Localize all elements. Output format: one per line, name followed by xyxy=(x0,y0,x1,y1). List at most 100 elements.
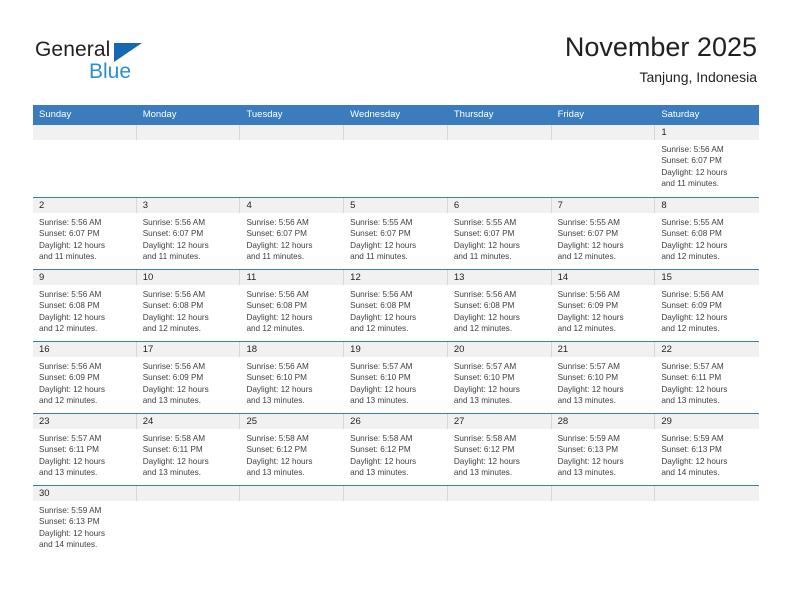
day-details: Sunrise: 5:57 AM Sunset: 6:10 PM Daylight:… xyxy=(344,357,448,407)
sunrise-text: Sunrise: 5:58 AM xyxy=(350,434,413,443)
daylight-text-cont: and 12 minutes. xyxy=(246,324,305,334)
calendar-day-cell[interactable]: 13 Sunrise: 5:56 AM Sunset: 6:08 PM Dayligh… xyxy=(447,270,552,341)
calendar-day-cell[interactable]: 7 Sunrise: 5:55 AM Sunset: 6:07 PM Daylight… xyxy=(551,198,656,269)
sunset-text: Sunset: 6:10 PM xyxy=(246,373,307,383)
day-number: 30 xyxy=(39,488,50,499)
calendar-day-cell[interactable]: 16 Sunrise: 5:56 AM Sunset: 6:09 PM Dayligh… xyxy=(33,342,137,413)
calendar-day-cell[interactable]: 10 Sunrise: 5:56 AM Sunset: 6:08 PM Dayligh… xyxy=(136,270,241,341)
weekday-header-friday: Friday xyxy=(557,109,584,120)
calendar-day-cell[interactable]: 17 Sunrise: 5:56 AM Sunset: 6:09 PM Dayligh… xyxy=(136,342,241,413)
calendar-day-cell[interactable]: 27 Sunrise: 5:58 AM Sunset: 6:12 PM Dayligh… xyxy=(447,414,552,485)
sunrise-text: Sunrise: 5:56 AM xyxy=(142,218,206,227)
calendar-cell-empty xyxy=(344,486,448,561)
weekday-header-tuesday: Tuesday xyxy=(246,109,283,120)
day-number: 7 xyxy=(557,200,563,211)
day-number-band: 27 xyxy=(447,414,552,429)
calendar-day-cell[interactable]: 26 Sunrise: 5:58 AM Sunset: 6:12 PM Dayligh… xyxy=(344,414,448,485)
sunset-text: Sunset: 6:08 PM xyxy=(142,301,204,311)
daylight-text-cont: and 13 minutes. xyxy=(661,396,720,406)
sunset-text: Sunset: 6:07 PM xyxy=(557,229,619,239)
calendar-day-cell[interactable]: 28 Sunrise: 5:59 AM Sunset: 6:13 PM Dayligh… xyxy=(551,414,656,485)
sunset-text: Sunset: 6:11 PM xyxy=(142,445,203,455)
calendar-cell-empty xyxy=(33,125,137,197)
calendar-day-cell[interactable]: 9 Sunrise: 5:56 AM Sunset: 6:08 PM Daylight… xyxy=(33,270,137,341)
calendar-day-cell[interactable]: 3 Sunrise: 5:56 AM Sunset: 6:07 PM Daylight… xyxy=(136,198,241,269)
calendar-day-cell[interactable]: 5 Sunrise: 5:55 AM Sunset: 6:07 PM Daylight… xyxy=(344,198,448,269)
day-number-band: 17 xyxy=(136,342,241,357)
day-details: Sunrise: 5:56 AM Sunset: 6:07 PM Daylight:… xyxy=(240,213,344,263)
calendar-day-cell[interactable]: 25 Sunrise: 5:58 AM Sunset: 6:12 PM Dayligh… xyxy=(240,414,345,485)
day-details xyxy=(344,501,448,505)
day-details: Sunrise: 5:57 AM Sunset: 6:11 PM Daylight:… xyxy=(655,357,759,407)
calendar-day-cell[interactable]: 21 Sunrise: 5:57 AM Sunset: 6:10 PM Dayligh… xyxy=(551,342,656,413)
calendar-week-row: 16 Sunrise: 5:56 AM Sunset: 6:09 PM Dayligh… xyxy=(33,341,760,413)
day-details: Sunrise: 5:58 AM Sunset: 6:11 PM Daylight:… xyxy=(137,429,241,479)
day-number: 14 xyxy=(557,272,569,283)
calendar-weeks: 1 Sunrise: 5:56 AM Sunset: 6:07 PM Daylight… xyxy=(33,125,760,561)
day-number: 26 xyxy=(350,416,361,427)
day-number: 20 xyxy=(453,344,465,355)
weekday-header-saturday: Saturday xyxy=(661,109,700,120)
day-number: 29 xyxy=(661,416,672,427)
day-number-band: 16 xyxy=(33,342,137,357)
sunrise-text: Sunrise: 5:58 AM xyxy=(453,434,517,443)
day-number-band: 3 xyxy=(136,198,241,213)
daylight-text: Daylight: 12 hours xyxy=(453,240,520,250)
day-number: 5 xyxy=(350,200,356,211)
daylight-text: Daylight: 12 hours xyxy=(661,456,728,466)
day-details: Sunrise: 5:56 AM Sunset: 6:07 PM Daylight:… xyxy=(33,213,137,263)
daylight-text-cont: and 12 minutes. xyxy=(453,324,513,334)
daylight-text-cont: and 11 minutes. xyxy=(661,179,719,189)
day-number-band: 9 xyxy=(33,270,137,285)
daylight-text-cont: and 13 minutes. xyxy=(453,468,513,478)
daylight-text: Daylight: 12 hours xyxy=(39,240,105,250)
calendar-cell-empty xyxy=(136,486,241,561)
logo-text-blue: Blue xyxy=(89,60,132,83)
calendar-day-cell[interactable]: 20 Sunrise: 5:57 AM Sunset: 6:10 PM Dayligh… xyxy=(447,342,552,413)
daylight-text-cont: and 13 minutes. xyxy=(39,468,98,478)
calendar-day-cell[interactable]: 6 Sunrise: 5:55 AM Sunset: 6:07 PM Daylight… xyxy=(447,198,552,269)
day-number-band: 24 xyxy=(136,414,241,429)
sunset-text: Sunset: 6:07 PM xyxy=(661,156,722,166)
calendar-day-cell[interactable]: 1 Sunrise: 5:56 AM Sunset: 6:07 PM Daylight… xyxy=(655,125,760,197)
calendar-day-cell[interactable]: 30 Sunrise: 5:59 AM Sunset: 6:13 PM Dayligh… xyxy=(33,486,137,561)
calendar-day-cell[interactable]: 19 Sunrise: 5:57 AM Sunset: 6:10 PM Dayligh… xyxy=(344,342,448,413)
calendar-day-cell[interactable]: 12 Sunrise: 5:56 AM Sunset: 6:08 PM Dayligh… xyxy=(344,270,448,341)
sunrise-text: Sunrise: 5:56 AM xyxy=(661,145,724,154)
calendar-day-cell[interactable]: 4 Sunrise: 5:56 AM Sunset: 6:07 PM Daylight… xyxy=(240,198,345,269)
daylight-text-cont: and 13 minutes. xyxy=(557,468,616,478)
calendar-day-cell[interactable]: 23 Sunrise: 5:57 AM Sunset: 6:11 PM Dayligh… xyxy=(33,414,137,485)
calendar-day-cell[interactable]: 29 Sunrise: 5:59 AM Sunset: 6:13 PM Dayligh… xyxy=(655,414,760,485)
daylight-text-cont: and 13 minutes. xyxy=(142,396,201,406)
day-number-band: 6 xyxy=(447,198,552,213)
calendar-cell-empty xyxy=(655,486,760,561)
calendar-day-cell[interactable]: 8 Sunrise: 5:55 AM Sunset: 6:08 PM Daylight… xyxy=(655,198,760,269)
day-number-band: 15 xyxy=(655,270,760,285)
daylight-text: Daylight: 12 hours xyxy=(557,312,624,322)
day-number-band: 22 xyxy=(655,342,760,357)
day-number-band: 2 xyxy=(33,198,137,213)
calendar-day-cell[interactable]: 22 Sunrise: 5:57 AM Sunset: 6:11 PM Dayligh… xyxy=(655,342,760,413)
day-number: 27 xyxy=(453,416,465,427)
general-blue-logo[interactable]: General Blue xyxy=(35,38,215,90)
day-number-band xyxy=(344,486,448,501)
calendar-day-cell[interactable]: 24 Sunrise: 5:58 AM Sunset: 6:11 PM Dayligh… xyxy=(136,414,241,485)
daylight-text: Daylight: 12 hours xyxy=(557,384,624,394)
day-number: 4 xyxy=(246,200,252,211)
calendar-day-cell[interactable]: 14 Sunrise: 5:56 AM Sunset: 6:09 PM Dayligh… xyxy=(551,270,656,341)
day-number-band: 14 xyxy=(551,270,656,285)
day-details: Sunrise: 5:55 AM Sunset: 6:07 PM Daylight:… xyxy=(344,213,448,263)
calendar-cell-empty xyxy=(344,125,448,197)
sunset-text: Sunset: 6:07 PM xyxy=(39,229,100,239)
day-details xyxy=(240,501,344,505)
calendar-day-cell[interactable]: 18 Sunrise: 5:56 AM Sunset: 6:10 PM Dayligh… xyxy=(240,342,345,413)
day-number: 24 xyxy=(142,416,154,427)
day-number: 23 xyxy=(39,416,50,427)
day-details: Sunrise: 5:56 AM Sunset: 6:08 PM Daylight:… xyxy=(137,285,241,335)
calendar-day-cell[interactable]: 11 Sunrise: 5:56 AM Sunset: 6:08 PM Dayligh… xyxy=(240,270,345,341)
calendar-day-cell[interactable]: 2 Sunrise: 5:56 AM Sunset: 6:07 PM Daylight… xyxy=(33,198,137,269)
sunset-text: Sunset: 6:13 PM xyxy=(661,445,722,455)
calendar-day-cell[interactable]: 15 Sunrise: 5:56 AM Sunset: 6:09 PM Dayligh… xyxy=(655,270,760,341)
day-details: Sunrise: 5:58 AM Sunset: 6:12 PM Daylight:… xyxy=(344,429,448,479)
title-block: November 2025 Tanjung, Indonesia xyxy=(565,30,757,88)
